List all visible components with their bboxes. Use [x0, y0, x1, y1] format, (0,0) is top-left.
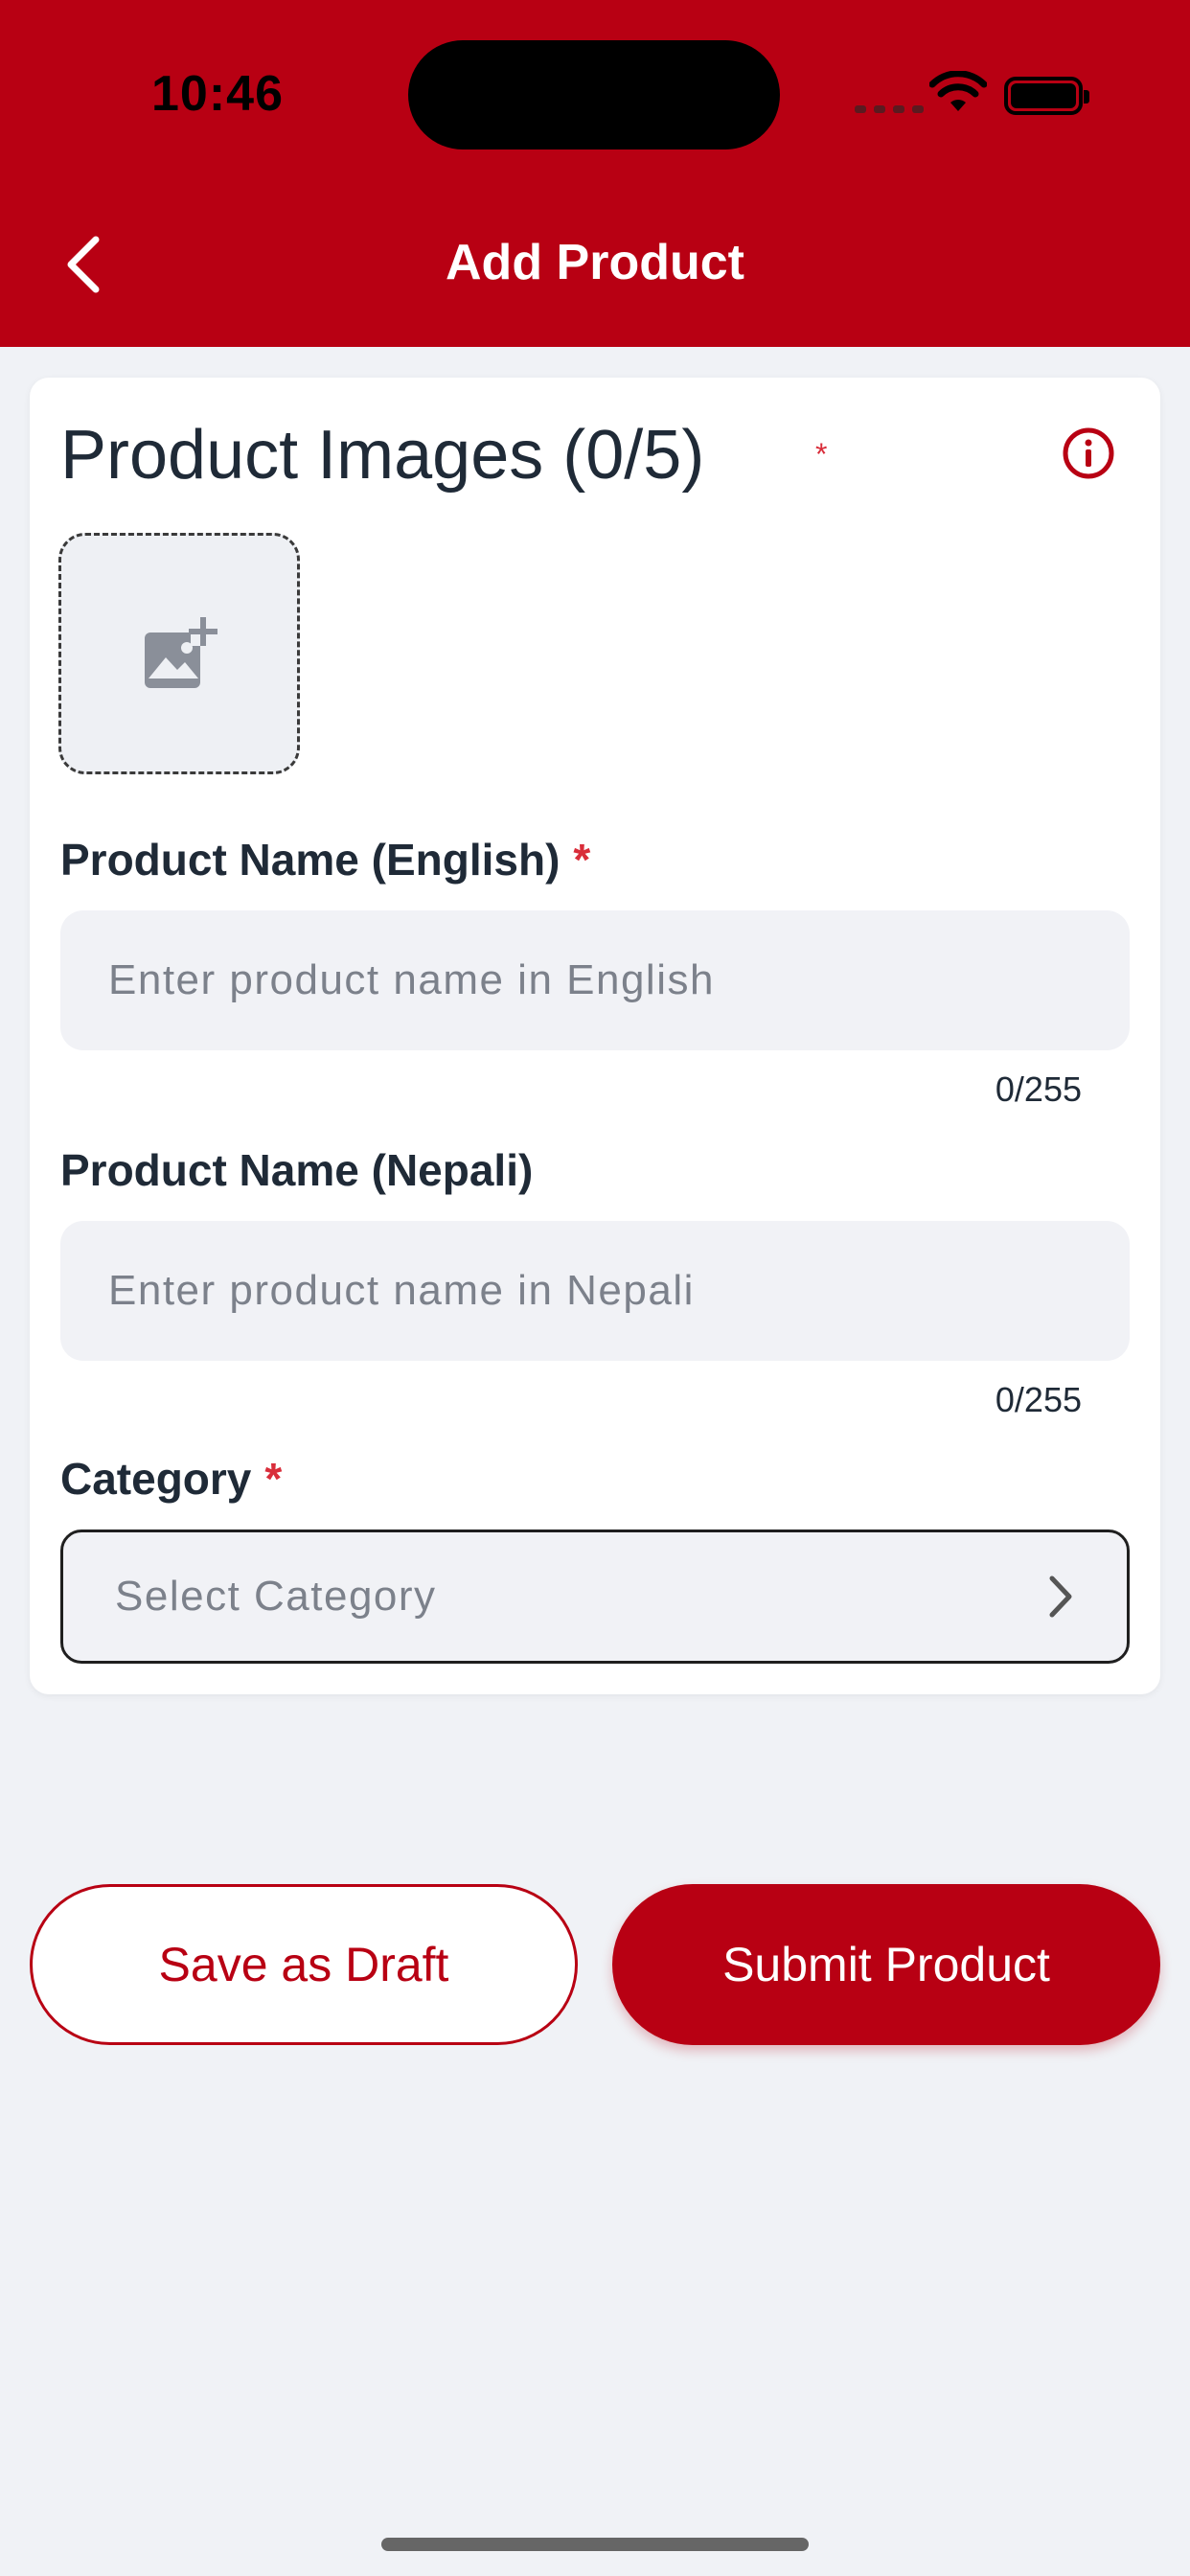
product-name-ne-counter: 0/255 — [995, 1380, 1082, 1419]
category-label-text: Category — [60, 1454, 252, 1504]
info-circle-icon[interactable] — [1061, 426, 1116, 481]
home-indicator — [381, 2538, 809, 2551]
cellular-signal-icon — [855, 105, 924, 113]
product-name-en-label: Product Name (English) * — [60, 834, 590, 886]
page-title: Add Product — [446, 235, 744, 290]
app-header: 10:46 Add Product — [0, 0, 1190, 347]
product-name-ne-label: Product Name (Nepali) — [60, 1144, 533, 1196]
required-mark: * — [815, 437, 828, 472]
status-time: 10:46 — [151, 66, 284, 122]
category-label: Category * — [60, 1453, 282, 1505]
add-image-icon — [145, 617, 217, 688]
product-name-ne-input[interactable] — [60, 1221, 1130, 1361]
product-name-ne-label-text: Product Name (Nepali) — [60, 1145, 534, 1195]
category-select-placeholder: Select Category — [115, 1573, 437, 1620]
wifi-icon — [929, 71, 987, 111]
submit-product-button[interactable]: Submit Product — [612, 1884, 1160, 2045]
required-mark: * — [264, 1454, 283, 1504]
product-name-en-counter: 0/255 — [995, 1070, 1082, 1109]
product-name-en-input[interactable] — [60, 910, 1130, 1050]
category-select[interactable]: Select Category — [60, 1530, 1130, 1664]
product-images-title: Product Images (0/5) — [60, 417, 705, 494]
dynamic-island — [408, 40, 780, 150]
save-draft-button[interactable]: Save as Draft — [30, 1884, 578, 2045]
required-mark: * — [573, 835, 591, 885]
product-form-card: Product Images (0/5) * Product Name (Eng… — [30, 378, 1160, 1694]
add-image-button[interactable] — [58, 533, 300, 774]
product-name-en-label-text: Product Name (English) — [60, 835, 561, 885]
chevron-right-icon — [1049, 1576, 1072, 1618]
battery-icon — [1004, 77, 1089, 115]
